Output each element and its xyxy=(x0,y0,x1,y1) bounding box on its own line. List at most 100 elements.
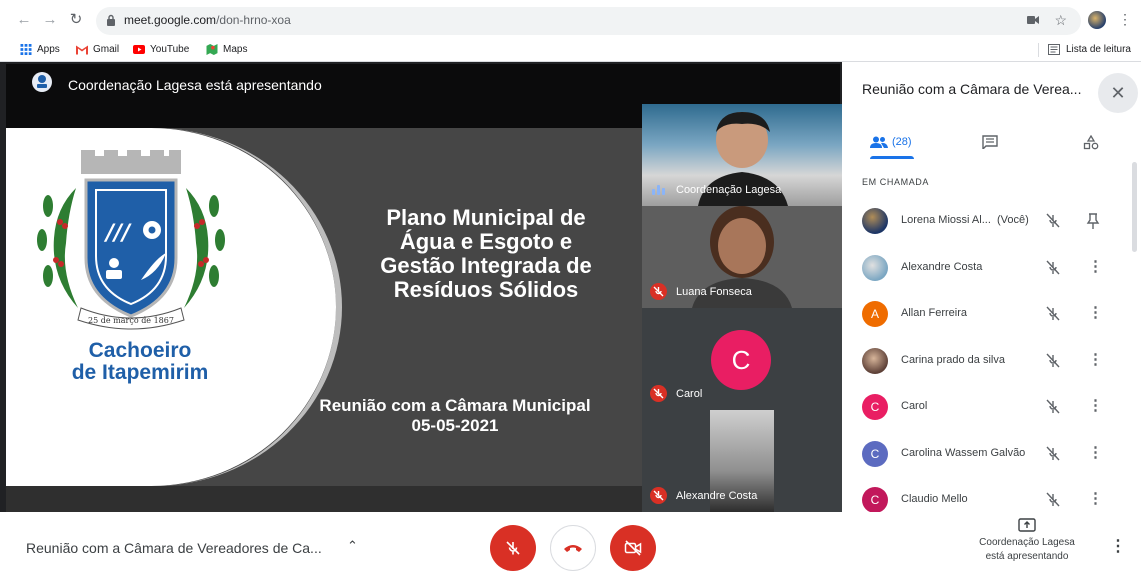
camera-toggle-button[interactable] xyxy=(610,525,656,571)
more-options-icon[interactable]: ⋮ xyxy=(1088,396,1103,414)
participant-name: Carol xyxy=(901,400,928,412)
bookmark-maps[interactable]: Maps xyxy=(206,44,247,55)
tile-name: Carol xyxy=(676,388,703,400)
section-label: EM CHAMADA xyxy=(862,177,930,187)
city-name: Cachoeiro de Itapemirim xyxy=(71,339,209,384)
list-item[interactable]: Alexandre Costa ⋮ xyxy=(842,246,1141,293)
participant-name: Carolina Wassem Galvão xyxy=(901,446,1026,459)
more-options-icon[interactable]: ⋮ xyxy=(1088,443,1103,461)
tile-name: Coordenação Lagesa xyxy=(676,184,782,196)
address-bar[interactable]: meet.google.com/don-hrno-xoa ☆ xyxy=(96,7,1081,35)
avatar: C xyxy=(862,487,888,513)
activities-icon xyxy=(1083,134,1099,149)
profile-avatar[interactable] xyxy=(1088,11,1106,29)
bookmark-star-icon[interactable]: ☆ xyxy=(1054,12,1067,29)
forward-icon[interactable]: → xyxy=(41,11,59,29)
avatar xyxy=(862,347,888,374)
participant-avatar: C xyxy=(711,330,771,390)
presenter-banner-text: Coordenação Lagesa está apresentando xyxy=(68,77,322,93)
divider xyxy=(1037,43,1039,57)
slide-subtitle: Reunião com a Câmara Municipal 05-05-202… xyxy=(319,396,591,435)
url-text: meet.google.com/don-hrno-xoa xyxy=(124,13,291,27)
youtube-icon xyxy=(133,45,145,54)
muted-mic-icon xyxy=(1046,399,1060,414)
more-options-icon[interactable]: ⋮ xyxy=(1088,350,1103,368)
participant-name: Lorena Miossi Al... (Você) xyxy=(901,214,1029,226)
chevron-up-icon[interactable]: ⌃ xyxy=(347,538,358,554)
presentation-slide: /// 25 de março de 1867 Cachoeiro de Ita… xyxy=(6,128,642,486)
avatar: C xyxy=(862,440,888,467)
tab-activities[interactable] xyxy=(1083,130,1099,154)
avatar xyxy=(862,254,888,281)
camera-off-icon xyxy=(624,540,642,556)
present-screen-icon xyxy=(1018,518,1036,532)
participant-name: Alexandre Costa xyxy=(901,260,983,273)
participant-name: Claudio Mello xyxy=(901,493,968,505)
pin-icon[interactable] xyxy=(1086,212,1100,230)
browser-menu-icon[interactable]: ⋮ xyxy=(1118,11,1132,28)
tile-name: Luana Fonseca xyxy=(676,286,752,298)
more-options-icon[interactable]: ⋮ xyxy=(1088,303,1103,321)
avatar xyxy=(862,208,888,234)
participant-list: Lorena Miossi Al... (Você) Alexandre Cos… xyxy=(842,199,1141,525)
speaking-indicator-icon xyxy=(652,185,665,195)
muted-mic-icon xyxy=(1046,260,1060,274)
mic-off-icon xyxy=(506,541,520,555)
gmail-icon xyxy=(76,45,88,55)
slide-title: Plano Municipal de Água e Esgoto e Gestã… xyxy=(380,205,592,302)
muted-mic-icon xyxy=(650,283,667,300)
bookmark-gmail[interactable]: Gmail xyxy=(76,44,119,55)
meeting-stage: Coordenação Lagesa está apresentando /// xyxy=(0,62,842,512)
people-icon xyxy=(870,136,888,148)
participant-name: Allan Ferreira xyxy=(901,307,968,319)
lock-icon xyxy=(107,14,115,26)
chat-icon xyxy=(982,135,998,149)
leave-call-button[interactable] xyxy=(550,525,596,571)
muted-mic-icon xyxy=(650,385,667,402)
active-tab-indicator xyxy=(870,156,914,159)
tab-people[interactable]: (28) xyxy=(870,130,912,154)
participant-tile[interactable]: C Carol xyxy=(642,308,842,410)
tile-name: Alexandre Costa xyxy=(676,490,758,502)
panel-tabs: (28) xyxy=(842,124,1141,160)
muted-mic-icon xyxy=(1046,492,1060,507)
reading-list-icon xyxy=(1047,44,1060,55)
more-options-icon[interactable]: ⋮ xyxy=(1110,536,1126,556)
participant-tile[interactable]: Coordenação Lagesa xyxy=(642,104,842,206)
meeting-details-title[interactable]: Reunião com a Câmara de Vereadores de Ca… xyxy=(26,540,322,556)
browser-toolbar: ← → ↻ meet.google.com/don-hrno-xoa ☆ ⋮ xyxy=(0,0,1141,40)
reload-icon[interactable]: ↻ xyxy=(67,11,85,29)
camera-in-use-icon[interactable] xyxy=(1027,15,1039,25)
list-item[interactable]: Lorena Miossi Al... (Você) xyxy=(842,199,1141,246)
participant-tile[interactable]: Alexandre Costa xyxy=(642,410,842,512)
slide-bottom-strip xyxy=(6,486,642,512)
tab-chat[interactable] xyxy=(982,130,998,154)
svg-text:25 de março de 1867: 25 de março de 1867 xyxy=(88,316,174,325)
maps-icon xyxy=(206,44,218,55)
muted-mic-icon xyxy=(1046,353,1060,367)
avatar: A xyxy=(862,301,888,327)
back-icon[interactable]: ← xyxy=(15,11,33,29)
more-options-icon[interactable]: ⋮ xyxy=(1088,489,1103,507)
participant-tile[interactable]: Luana Fonseca xyxy=(642,206,842,308)
bookmark-youtube[interactable]: YouTube xyxy=(133,44,189,55)
more-options-icon[interactable]: ⋮ xyxy=(1088,257,1103,275)
list-item[interactable]: Carina prado da silva ⋮ xyxy=(842,339,1141,386)
reading-list-button[interactable]: Lista de leitura xyxy=(1037,43,1131,57)
panel-title: Reunião com a Câmara de Verea... xyxy=(862,81,1082,97)
list-item[interactable]: C Carolina Wassem Galvão ⋮ xyxy=(842,432,1141,479)
apps-grid-icon xyxy=(20,44,32,55)
muted-mic-icon xyxy=(650,487,667,504)
microphone-toggle-button[interactable] xyxy=(490,525,536,571)
people-panel: Reunião com a Câmara de Verea... ✕ (28) … xyxy=(842,62,1141,513)
muted-mic-icon xyxy=(1046,213,1060,228)
close-panel-button[interactable]: ✕ xyxy=(1098,73,1138,113)
presenting-status[interactable]: Coordenação Lagesa está apresentando xyxy=(966,518,1088,564)
municipal-crest-icon: /// 25 de março de 1867 xyxy=(37,150,225,330)
muted-mic-icon xyxy=(1046,306,1060,321)
hang-up-icon xyxy=(564,545,582,552)
list-item[interactable]: A Allan Ferreira ⋮ xyxy=(842,292,1141,339)
list-item[interactable]: C Carol ⋮ xyxy=(842,385,1141,432)
bookmarks-bar: Apps Gmail YouTube Maps Lista de leitura xyxy=(0,40,1141,62)
bookmark-apps[interactable]: Apps xyxy=(20,44,60,55)
